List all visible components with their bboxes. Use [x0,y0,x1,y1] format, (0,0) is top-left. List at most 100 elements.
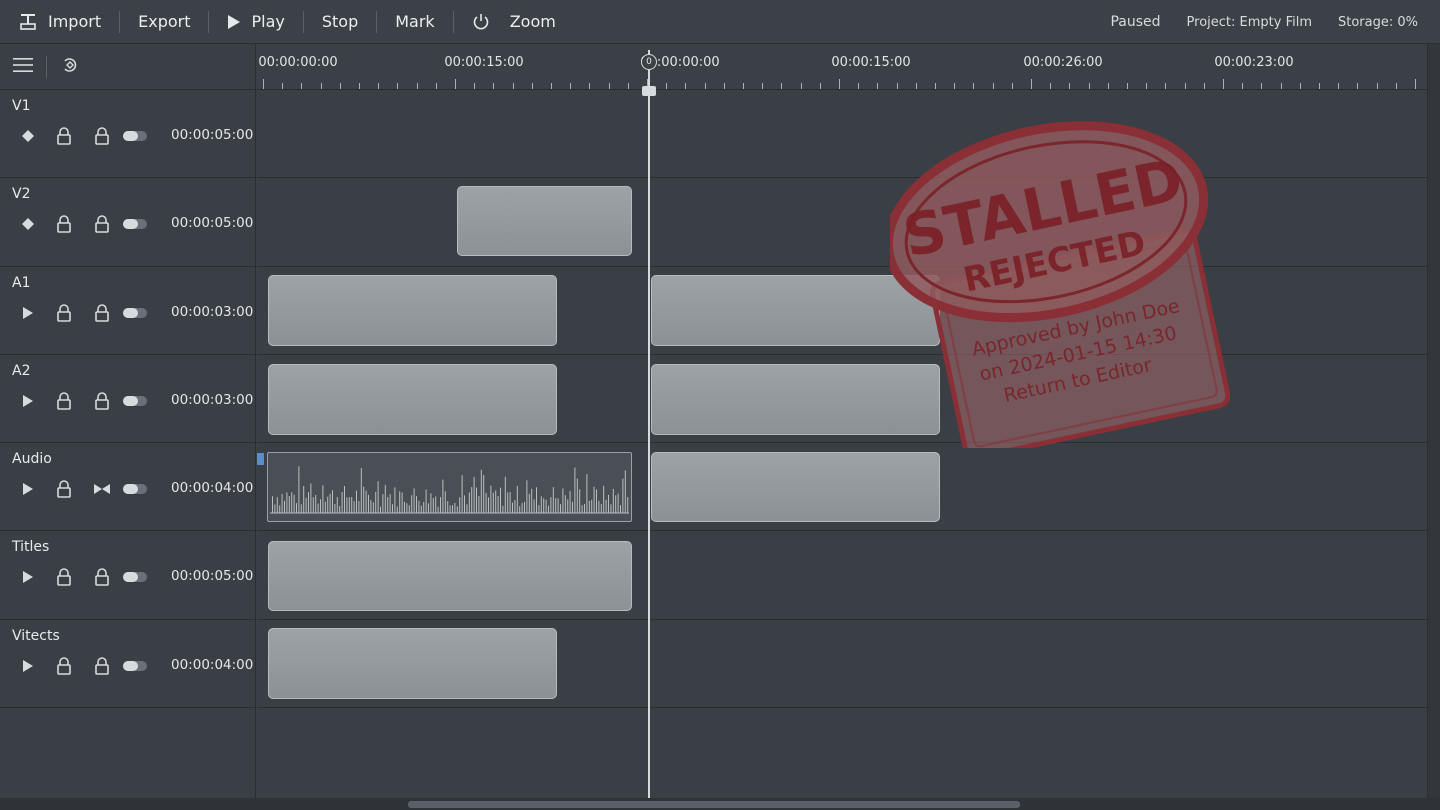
waveform-bar [459,497,461,514]
waveform-bar [464,495,465,514]
horizontal-scrollbar[interactable] [0,798,1440,810]
stop-button[interactable]: Stop [304,0,376,44]
waveform-bar [519,506,521,514]
lock-icon[interactable] [53,479,75,499]
waveform-bar [435,496,437,514]
lane-effects [257,620,1427,709]
toggle-icon[interactable] [122,391,148,411]
clip[interactable] [651,363,940,435]
toggle-icon[interactable] [122,479,148,499]
waveform-bar [272,496,273,514]
waveform-bar [404,502,405,514]
lock-icon[interactable] [91,303,113,323]
audio-clip[interactable] [267,452,632,523]
lock-icon[interactable] [53,656,75,676]
lock-icon[interactable] [53,567,75,587]
play-label: Play [251,12,285,31]
zoom-button[interactable]: Zoom [454,0,574,44]
waveform-bar [596,489,597,514]
clip[interactable] [268,540,632,611]
waveform [270,466,629,514]
waveform-bar [624,470,626,514]
waveform-bar [610,504,612,514]
playhead-handle[interactable] [642,86,656,96]
ruler-tick [743,83,744,89]
ruler-tick [1146,83,1148,89]
in-point-marker[interactable] [257,453,264,466]
play-icon[interactable] [17,303,39,323]
track-duration: 00:00:04:00 [171,480,254,497]
clip[interactable] [651,452,940,523]
play-icon[interactable] [17,391,39,411]
waveform-bar [300,504,302,514]
lock-icon[interactable] [91,391,113,411]
time-ruler[interactable]: 00:00:00:00 00:00:15:00 00:00:00:00 00:0… [257,44,1427,90]
waveform-bar [593,486,595,514]
keyframe-icon[interactable] [17,214,39,234]
timeline-area[interactable] [257,90,1427,798]
clip[interactable] [268,274,557,346]
toggle-icon[interactable] [122,656,148,676]
lane-a1 [257,267,1427,355]
lock-icon[interactable] [53,391,75,411]
track-name: V1 [12,98,31,114]
play-icon[interactable] [17,479,39,499]
snap-button[interactable] [47,44,93,90]
toggle-icon[interactable] [122,567,148,587]
clip[interactable] [457,186,632,257]
track-header-v2: V2 00:00:05:00 [0,178,255,267]
lock-icon[interactable] [53,126,75,146]
waveform-bar [336,497,338,514]
waveform-bar [305,497,307,514]
waveform-bar [288,496,290,514]
toggle-icon[interactable] [122,214,148,234]
export-button[interactable]: Export [120,0,208,44]
lane-a2 [257,355,1427,444]
track-header-list: V1 00:00:05:00 V2 00:00:05:00 A1 00:00:03:00 A… [0,90,255,709]
lock-icon[interactable] [91,567,113,587]
waveform-bar [576,478,578,514]
ruler-tick [1357,83,1359,89]
import-button[interactable]: Import [0,0,119,44]
play-icon[interactable] [17,567,39,587]
toggle-icon[interactable] [122,303,148,323]
waveform-bar [315,495,317,514]
toggle-icon[interactable] [122,126,148,146]
mute-icon[interactable] [91,479,113,499]
clip[interactable] [651,274,940,346]
waveform-bar [296,503,297,514]
waveform-bar [504,476,506,514]
waveform-bar [468,492,470,514]
waveform-bar [488,497,489,514]
snap-icon [61,55,79,79]
clip[interactable] [268,627,557,699]
ruler-tick [935,83,936,89]
waveform-bar [384,485,386,514]
lock-icon[interactable] [91,214,113,234]
lock-icon[interactable] [91,656,113,676]
horizontal-scroll-thumb[interactable] [408,801,1020,808]
track-header-titles: Titles 00:00:05:00 [0,531,255,620]
ruler-label: 00:00:26:00 [1023,55,1103,70]
lock-icon[interactable] [53,303,75,323]
play-button[interactable]: Play [209,0,302,44]
vertical-scrollbar[interactable] [1427,44,1440,798]
playhead-marker[interactable]: 0 [641,54,657,70]
lock-icon[interactable] [91,126,113,146]
waveform-bar [454,503,456,514]
waveform-bar [581,505,583,514]
play-icon[interactable] [17,656,39,676]
track-duration: 00:00:05:00 [171,127,254,143]
mark-button[interactable]: Mark [377,0,452,44]
menu-button[interactable] [0,44,46,90]
playhead-line [648,50,650,798]
waveform-bar [408,505,410,514]
waveform-bar [332,490,333,514]
clip[interactable] [268,363,557,435]
waveform-bar [536,487,537,514]
lock-icon[interactable] [53,214,75,234]
ruler-tick [455,79,456,89]
keyframe-icon[interactable] [17,126,39,146]
waveform-bar [627,497,629,514]
ruler-tick [1395,83,1397,89]
